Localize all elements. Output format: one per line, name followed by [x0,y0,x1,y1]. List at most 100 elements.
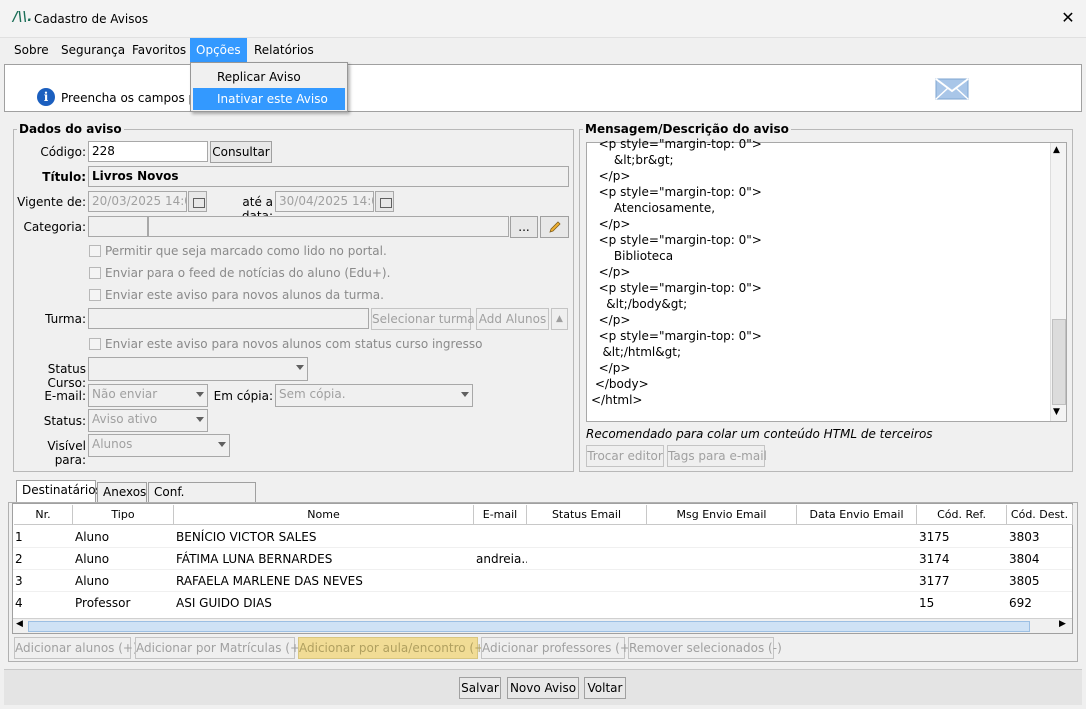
column-header[interactable]: Msg Envio Email [647,505,797,525]
mensagem-legend: Mensagem/Descrição do aviso [583,122,791,136]
column-header[interactable]: Data Envio Email [797,505,917,525]
cell-cod-ref: 3177 [919,574,950,588]
menu-seguranca[interactable]: Segurança [55,38,131,62]
scroll-thumb[interactable] [1052,319,1066,405]
selecionar-turma-button[interactable]: Selecionar turma [371,308,475,330]
cell-email [474,526,527,548]
salvar-button[interactable]: Salvar [459,677,501,699]
cell-cod-dest: 3803 [1009,530,1040,544]
info-text: Preencha os campos par [61,91,209,105]
chk-permitir-lido-label: Permitir que seja marcado como lido no p… [105,244,387,258]
menu-inativar-aviso[interactable]: Inativar este Aviso [193,88,345,110]
destinatarios-table: Nr. Tipo Nome E-mail Status Email Msg En… [12,503,1073,634]
codigo-input[interactable]: 228 [88,141,208,162]
menu-opcoes[interactable]: Opções [190,38,247,62]
tab-anexos[interactable]: Anexos [97,482,147,502]
cell-cod-dest: 3804 [1009,552,1040,566]
categoria-label: Categoria: [23,220,86,234]
calendar-to-icon[interactable] [375,191,394,212]
trocar-editor-button[interactable]: Trocar editor [586,445,664,467]
tab-destinatarios[interactable]: Destinatários [16,480,102,502]
categoria-search-button[interactable]: ... [510,216,538,238]
categoria-name-input[interactable] [148,216,509,237]
chevron-down-icon [296,365,304,370]
titulo-input[interactable]: Livros Novos [88,166,569,187]
cell-nr: 4 [15,596,23,610]
scroll-left-arrow-icon[interactable]: ◀ [16,619,23,629]
column-header[interactable]: Nr. [14,505,73,525]
cell-email: andreia... [476,552,527,566]
vigente-label: Vigente de: [17,195,86,209]
code-line: </p> [591,169,631,183]
code-line: <p style="margin-top: 0"> [591,233,762,247]
voltar-button[interactable]: Voltar [584,677,626,699]
column-header[interactable]: Tipo [73,505,174,525]
scroll-up-arrow-icon[interactable]: ▲ [1053,145,1060,155]
cell-email [474,592,527,614]
adicionar-aula-button[interactable]: Adicionar por aula/encontro (+) [298,637,489,659]
status-curso-select[interactable] [88,357,308,381]
menu-sobre[interactable]: Sobre [8,38,55,62]
add-alunos-button[interactable]: Add Alunos [476,308,549,330]
chevron-down-icon [218,442,226,447]
chk-permitir-lido[interactable]: Permitir que seja marcado como lido no p… [89,244,387,258]
scroll-down-arrow-icon[interactable]: ▼ [1053,407,1060,417]
status-select-value: Aviso ativo [92,412,158,426]
cell-tipo: Aluno [75,530,110,544]
visivel-select[interactable]: Alunos [88,434,230,457]
tab-conf-visualizacao[interactable]: Conf. Visualização [148,482,256,517]
novo-aviso-button[interactable]: Novo Aviso [507,677,579,699]
chk-novos-alunos-turma[interactable]: Enviar este aviso para novos alunos da t… [89,288,384,302]
code-line: &lt;/body&gt; [591,297,688,311]
cell-nome: BENÍCIO VICTOR SALES [176,530,317,544]
em-copia-select[interactable]: Sem cópia. [275,384,473,407]
column-header[interactable]: E-mail [474,505,527,525]
code-line: <p style="margin-top: 0"> [591,329,762,343]
vigente-to-input[interactable]: 30/04/2025 14:01 [275,191,374,212]
info-bar: i Preencha os campos par [4,64,1082,112]
email-select[interactable]: Não enviar [88,384,208,407]
envelope-icon [935,78,969,100]
adicionar-professores-button[interactable]: Adicionar professores (+) [481,637,635,659]
menu-relatorios[interactable]: Relatórios [248,38,320,62]
column-header[interactable]: Cód. Ref. [917,505,1007,525]
code-line: </p> [591,217,631,231]
turma-input[interactable] [88,308,369,329]
status-select[interactable]: Aviso ativo [88,409,208,432]
html-editor[interactable]: <p style="margin-top: 0"> &lt;br&gt; </p… [586,137,1067,422]
editor-vertical-scrollbar[interactable]: ▲ ▼ [1050,143,1066,421]
consultar-button[interactable]: Consultar [210,141,272,163]
scroll-up-icon[interactable]: ▲ [551,308,568,330]
column-header[interactable]: Status Email [527,505,647,525]
tags-email-button[interactable]: Tags para e-mail [667,445,767,467]
email-label: E-mail: [44,389,86,403]
cell-tipo: Aluno [75,574,110,588]
code-line: </html> [591,393,643,407]
close-icon[interactable]: ✕ [1059,8,1077,28]
menu-favoritos[interactable]: Favoritos [126,38,192,62]
table-horizontal-scrollbar[interactable]: ◀ ▶ [13,618,1072,633]
categoria-edit-button[interactable] [540,216,569,238]
remover-selecionados-button[interactable]: Remover selecionados (-) [628,637,782,659]
cell-cod-dest: 3805 [1009,574,1040,588]
cell-nr: 2 [15,552,23,566]
column-header[interactable]: Nome [174,505,474,525]
chk-status-ingresso[interactable]: Enviar este aviso para novos alunos com … [89,337,482,351]
opcoes-dropdown: Replicar Aviso Inativar este Aviso [190,62,348,112]
categoria-code-input[interactable] [88,216,148,237]
chk-feed-noticias[interactable]: Enviar para o feed de notícias do aluno … [89,266,390,280]
code-line: </p> [591,313,631,327]
scroll-right-arrow-icon[interactable]: ▶ [1059,619,1066,629]
adicionar-alunos-button[interactable]: Adicionar alunos (+) [14,637,138,659]
vigente-from-input[interactable]: 20/03/2025 14:01 [88,191,187,212]
window-title: Cadastro de Avisos [34,12,149,26]
menu-replicar-aviso[interactable]: Replicar Aviso [193,66,345,88]
calendar-from-icon[interactable] [188,191,207,212]
chk-status-ingresso-label: Enviar este aviso para novos alunos com … [105,337,483,351]
scroll-thumb[interactable] [28,621,1030,632]
editor-hint: Recomendado para colar um conteúdo HTML … [586,427,933,441]
chk-novos-alunos-turma-label: Enviar este aviso para novos alunos da t… [105,288,384,302]
adicionar-matriculas-button[interactable]: Adicionar por Matrículas (+) [135,637,305,659]
column-header[interactable]: Cód. Dest. [1007,505,1073,525]
em-copia-value: Sem cópia. [279,387,346,401]
